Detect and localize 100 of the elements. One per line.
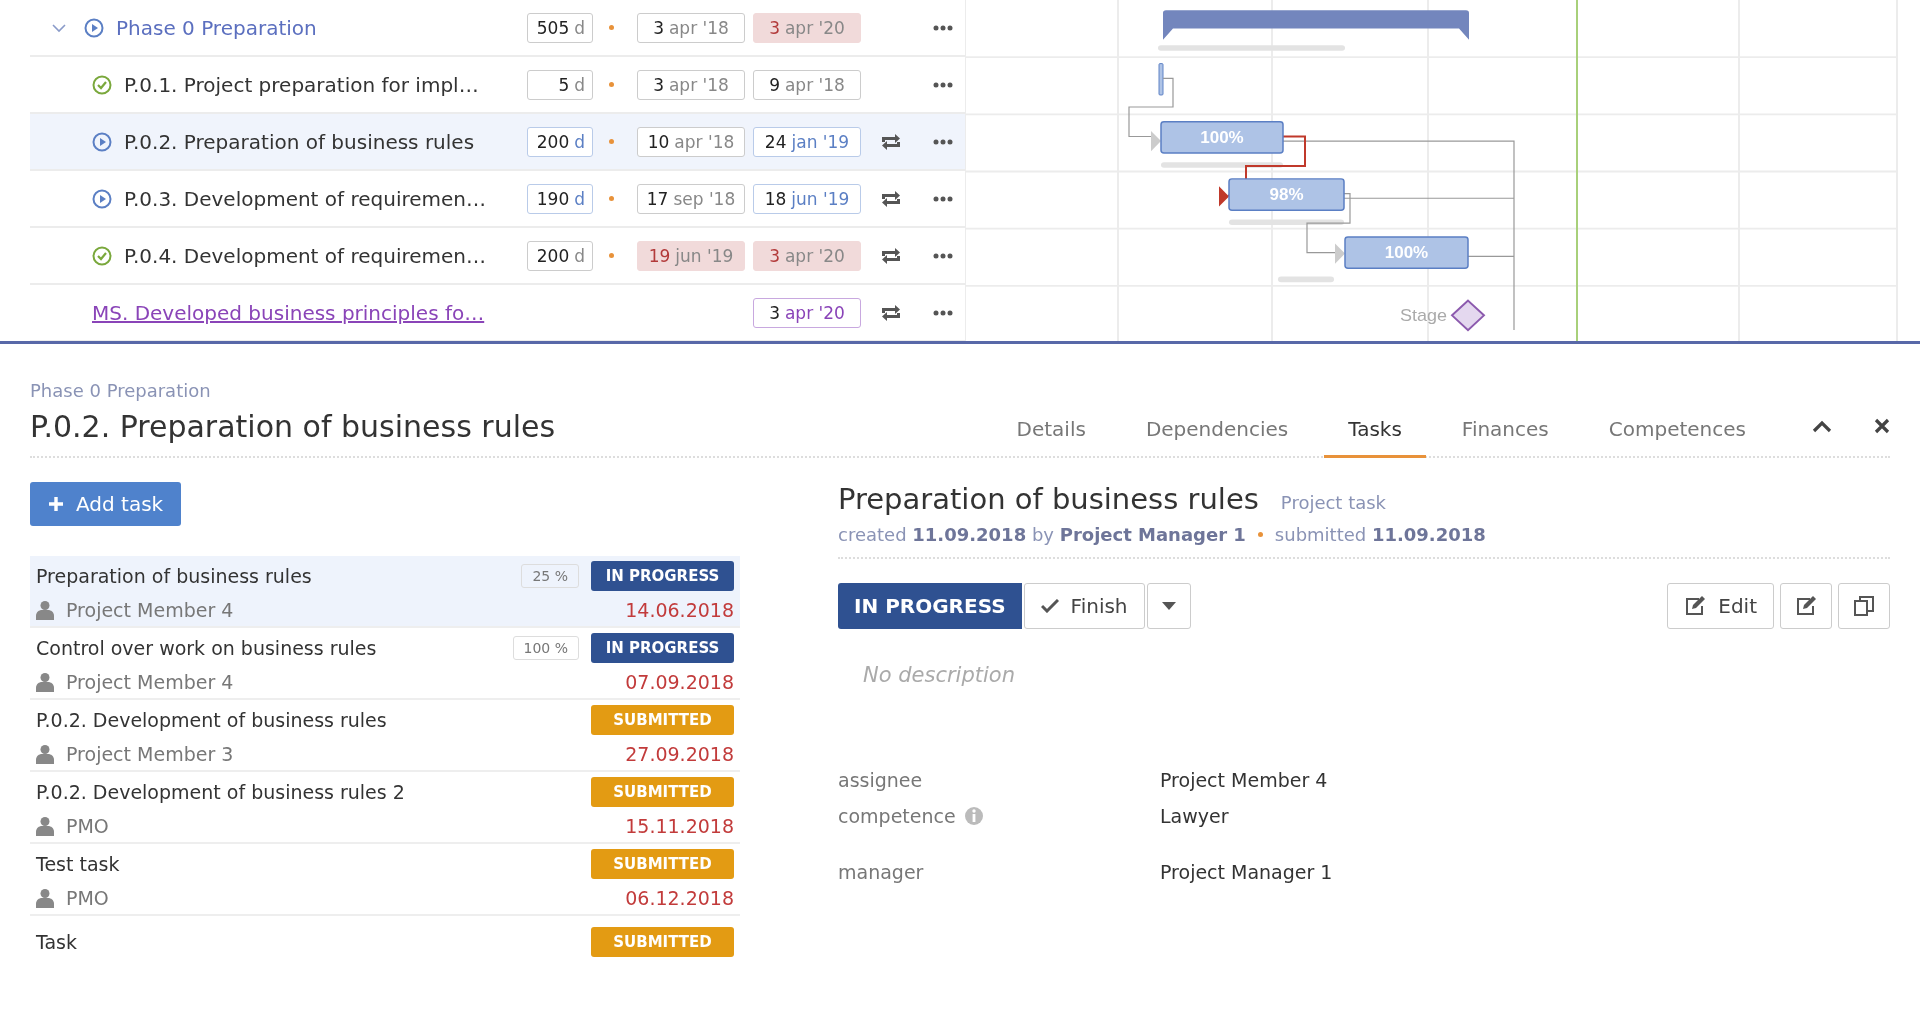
user-icon [36, 672, 54, 692]
check-icon [1040, 599, 1059, 613]
separator-dot [608, 25, 614, 30]
user-icon [36, 888, 54, 908]
task-title[interactable]: P.0.2. Preparation of business rules [124, 129, 475, 154]
separator-dot [1257, 532, 1263, 537]
dropdown-button[interactable] [1146, 583, 1191, 629]
more-icon[interactable] [933, 309, 953, 316]
assignee-name: PMO [66, 887, 110, 909]
tab[interactable]: Competences [1584, 407, 1770, 458]
end-date-field[interactable]: 18 jun '19 [753, 183, 861, 214]
gantt-row[interactable]: P.0.4. Development of requiremen… 200 d 19 jun '19 3 apr '20 [30, 228, 965, 285]
tab[interactable]: Details [992, 407, 1110, 458]
end-date-field[interactable]: 24 jan '19 [753, 126, 861, 157]
field-label: assignee [838, 769, 923, 791]
caret-icon [1161, 602, 1176, 610]
edit-button[interactable]: Edit [1667, 583, 1774, 629]
arrow-head-icon [1151, 130, 1161, 152]
more-icon[interactable] [933, 252, 953, 259]
task-list-item[interactable]: Task SUBMITTED [30, 916, 740, 968]
field-value: Lawyer [1160, 805, 1230, 827]
status-badge: IN PROGRESS [591, 633, 734, 663]
gantt-row[interactable]: P.0.3. Development of requiremen… 190 d 17 sep '18 18 jun '19 [30, 171, 965, 228]
tab[interactable]: Finances [1437, 407, 1573, 458]
gantt-row[interactable]: P.0.2. Preparation of business rules 200 d 10 apr '18 24 jan '19 [30, 114, 965, 171]
tab[interactable]: Dependencies [1121, 407, 1313, 458]
copy-button[interactable] [1838, 583, 1890, 629]
start-date-field[interactable]: 10 apr '18 [637, 126, 745, 157]
gantt-row[interactable]: MS. Developed business principles fo… 3 apr '20 [30, 285, 965, 341]
more-icon[interactable] [933, 24, 953, 31]
start-date-field[interactable]: 17 sep '18 [637, 183, 745, 214]
duration-field[interactable]: 5 d [527, 69, 593, 100]
finish-button[interactable]: Finish [1023, 583, 1145, 629]
arrow-head-icon [1335, 243, 1345, 264]
submitted-info: submitted 11.09.2018 [1274, 524, 1486, 545]
start-date-field[interactable]: 19 jun '19 [637, 240, 745, 271]
due-date: 27.09.2018 [625, 743, 734, 765]
start-date-field[interactable]: 3 apr '18 [637, 12, 745, 43]
collapse-icon[interactable] [1812, 418, 1832, 433]
task-name: P.0.2. Development of business rules 2 [36, 781, 406, 803]
edit-form-button[interactable] [1780, 583, 1832, 629]
separator-dot [608, 139, 614, 144]
status-badge: SUBMITTED [591, 705, 734, 735]
end-date-field[interactable]: 9 apr '18 [753, 69, 861, 100]
stage-label: Stage [1400, 305, 1447, 325]
progress-badge: 25 % [521, 564, 579, 588]
assignee-name: Project Member 3 [66, 743, 235, 765]
phase-bar[interactable] [1161, 10, 1469, 40]
edit-icon [1795, 596, 1817, 616]
duration-field[interactable]: 200 d [527, 126, 593, 157]
duration-field[interactable]: 505 d [527, 12, 593, 43]
user-icon [36, 744, 54, 764]
separator-dot [608, 253, 614, 258]
assignee-name: PMO [66, 815, 110, 837]
close-icon[interactable] [1874, 417, 1890, 434]
add-task-button[interactable]: Add task [30, 482, 182, 526]
task-name: Control over work on business rules [36, 637, 378, 659]
task-type: Project task [1280, 492, 1387, 513]
tab[interactable]: Tasks [1324, 407, 1426, 458]
task-list-item[interactable]: Control over work on business rules 100 % IN PROGRESS Project Member 4 07.09.2018 [30, 628, 740, 700]
task-list-item[interactable]: P.0.2. Development of business rules SUBMITTED Project Member 3 27.09.2018 [30, 700, 740, 772]
page-title: P.0.2. Preparation of business rules [30, 409, 556, 444]
user-icon [36, 600, 54, 620]
user-icon [36, 816, 54, 836]
assignee-name: Project Member 4 [66, 599, 235, 621]
duration-field[interactable]: 200 d [527, 240, 593, 271]
repeat-icon[interactable] [879, 303, 903, 322]
task-name: Task [36, 931, 78, 953]
gantt-row[interactable]: Phase 0 Preparation 505 d 3 apr '18 3 apr '20 [30, 0, 965, 57]
progress-badge: 100 % [512, 636, 579, 660]
start-date-field[interactable]: 3 apr '18 [637, 69, 745, 100]
task-title[interactable]: Phase 0 Preparation [116, 15, 317, 40]
end-date-field[interactable]: 3 apr '20 [753, 297, 861, 328]
status-badge: SUBMITTED [591, 777, 734, 807]
status-badge: SUBMITTED [591, 927, 734, 957]
task-title[interactable]: P.0.4. Development of requiremen… [124, 243, 487, 268]
field-value: Project Member 4 [1160, 769, 1329, 791]
repeat-icon[interactable] [879, 132, 903, 151]
more-icon[interactable] [933, 195, 953, 202]
more-icon[interactable] [933, 138, 953, 145]
task-title[interactable]: P.0.3. Development of requiremen… [124, 186, 487, 211]
end-date-field[interactable]: 3 apr '20 [753, 240, 861, 271]
chevron-icon[interactable] [52, 22, 66, 33]
baseline-bar [1278, 276, 1334, 283]
task-list-item[interactable]: Test task SUBMITTED PMO 06.12.2018 [30, 844, 740, 916]
repeat-icon[interactable] [879, 189, 903, 208]
more-icon[interactable] [933, 81, 953, 88]
status-button[interactable]: IN PROGRESS [838, 583, 1022, 629]
task-list-item[interactable]: P.0.2. Development of business rules 2 SUBMITTED PMO 15.11.2018 [30, 772, 740, 844]
separator-dot [608, 196, 614, 201]
field-label: manager [838, 861, 924, 883]
task-title[interactable]: P.0.1. Project preparation for impl… [124, 72, 479, 97]
due-date: 06.12.2018 [625, 887, 734, 909]
duration-field[interactable]: 190 d [527, 183, 593, 214]
repeat-icon[interactable] [879, 246, 903, 265]
task-list-item[interactable]: Preparation of business rules 25 % IN PROGRESS Project Member 4 14.06.2018 [30, 556, 740, 628]
task-name: Preparation of business rules [36, 565, 313, 587]
task-title[interactable]: MS. Developed business principles fo… [92, 300, 485, 325]
milestone-icon[interactable] [1450, 299, 1486, 332]
end-date-field[interactable]: 3 apr '20 [753, 12, 861, 43]
